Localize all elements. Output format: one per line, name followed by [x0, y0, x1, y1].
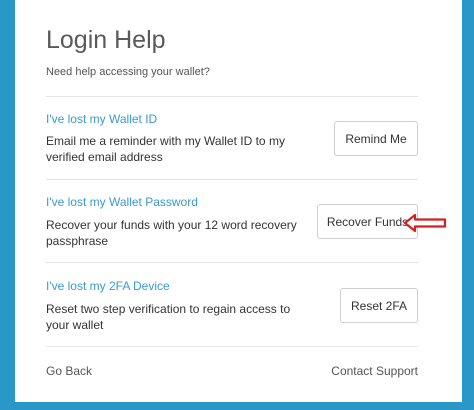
- divider: [46, 179, 418, 180]
- divider: [46, 96, 418, 97]
- section-desc-line: Reset two step verification to regain ac…: [46, 302, 291, 316]
- section-lost-2fa-desc: Reset two step verification to regain ac…: [46, 301, 306, 333]
- section-lost-wallet-id-desc: Email me a reminder with my Wallet ID to…: [46, 133, 306, 165]
- divider: [46, 346, 418, 347]
- section-desc-line: verified email address: [46, 150, 163, 164]
- remind-me-button[interactable]: Remind Me: [334, 121, 418, 156]
- section-desc-line: Email me a reminder with my Wallet ID to…: [46, 134, 285, 148]
- section-desc-line: your wallet: [46, 318, 104, 332]
- login-help-card: Login Help Need help accessing your wall…: [15, 0, 462, 402]
- contact-support-link[interactable]: Contact Support: [331, 364, 418, 378]
- section-desc-line: Recover your funds with your 12 word rec…: [46, 218, 297, 232]
- go-back-link[interactable]: Go Back: [46, 364, 92, 378]
- section-desc-line: passphrase: [46, 234, 109, 248]
- section-lost-password-desc: Recover your funds with your 12 word rec…: [46, 217, 306, 249]
- section-lost-2fa-title: I've lost my 2FA Device: [46, 279, 170, 293]
- section-lost-wallet-id-title: I've lost my Wallet ID: [46, 112, 158, 126]
- page-subtitle: Need help accessing your wallet?: [46, 66, 210, 78]
- divider: [46, 262, 418, 263]
- reset-2fa-button[interactable]: Reset 2FA: [340, 288, 418, 323]
- section-lost-password-title: I've lost my Wallet Password: [46, 195, 198, 209]
- red-arrow-icon: [403, 213, 447, 233]
- page-title: Login Help: [46, 26, 166, 54]
